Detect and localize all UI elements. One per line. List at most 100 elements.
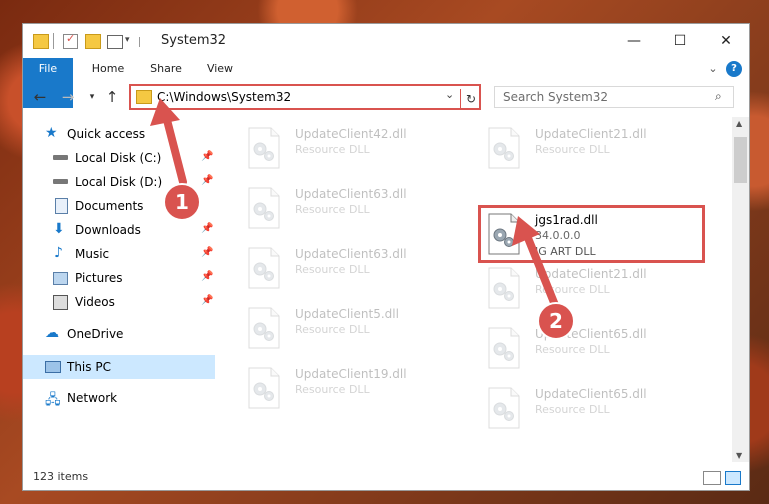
sidebar-item-label: Quick access [67, 127, 146, 141]
sidebar-item-videos[interactable]: Videos 📌 [23, 291, 215, 313]
list-item[interactable]: UpdateClient65.dll Resource DLL [477, 323, 697, 373]
sidebar-item-music[interactable]: ♪ Music 📌 [23, 243, 215, 265]
maximize-button[interactable]: ☐ [657, 24, 703, 58]
drive-icon [53, 179, 68, 184]
videos-icon [53, 295, 68, 310]
file-name: UpdateClient42.dll [295, 127, 407, 141]
help-icon[interactable]: ? [726, 61, 742, 77]
folder-icon [136, 90, 152, 104]
dll-file-icon [487, 127, 521, 169]
dll-file-icon [247, 127, 281, 169]
sidebar-item-local-disk-c[interactable]: Local Disk (C:) 📌 [23, 147, 215, 169]
file-description: Resource DLL [535, 283, 610, 296]
sidebar-item-this-pc[interactable]: This PC [23, 355, 215, 379]
dll-file-icon [247, 307, 281, 349]
sidebar-item-onedrive[interactable]: ☁ OneDrive [23, 323, 215, 345]
properties-icon[interactable]: ✓ [63, 32, 78, 49]
highlight-box [478, 205, 705, 263]
view-icon[interactable] [107, 35, 123, 49]
sidebar-item-label: Downloads [75, 223, 141, 237]
file-description: Resource DLL [295, 203, 370, 216]
pin-icon: 📌 [201, 151, 214, 162]
forward-arrow-icon[interactable]: → [59, 88, 77, 106]
new-folder-icon[interactable] [85, 34, 101, 49]
search-input[interactable]: Search System32 ⌕ [494, 86, 734, 108]
file-description: Resource DLL [295, 323, 370, 336]
vertical-scrollbar[interactable]: ▲ ▼ [732, 117, 749, 462]
sidebar-item-label: Videos [75, 295, 115, 309]
cloud-icon: ☁ [45, 325, 59, 341]
list-item[interactable]: UpdateClient5.dll Resource DLL [237, 303, 457, 353]
details-view-icon[interactable] [703, 471, 721, 485]
close-button[interactable]: ✕ [703, 24, 749, 58]
sidebar-item-label: Documents [75, 199, 144, 213]
address-bar[interactable]: C:\Windows\System32 ⌄ ↻ [129, 84, 481, 110]
pin-icon: 📌 [201, 247, 214, 258]
sidebar-item-label: Pictures [75, 271, 123, 285]
separator [53, 33, 54, 49]
step-2-badge: 2 [537, 302, 575, 340]
sidebar-item-label: This PC [67, 360, 111, 374]
scroll-down-arrow-icon[interactable]: ▼ [736, 451, 742, 460]
ribbon-tabs: File Home Share View ⌄ ? [23, 58, 749, 108]
list-item[interactable]: UpdateClient19.dll Resource DLL [237, 363, 457, 413]
file-name: UpdateClient19.dll [295, 367, 407, 381]
pin-icon: 📌 [201, 175, 214, 186]
address-dropdown-chevron-icon[interactable]: ⌄ [445, 88, 454, 101]
sidebar-item-pictures[interactable]: Pictures 📌 [23, 267, 215, 289]
documents-icon [55, 198, 68, 214]
folder-icon [33, 34, 49, 49]
sidebar-item-label: OneDrive [67, 327, 124, 341]
list-item[interactable]: UpdateClient63.dll Resource DLL [237, 183, 457, 233]
file-name: UpdateClient63.dll [295, 187, 407, 201]
minimize-button[interactable]: — [611, 24, 657, 58]
list-item[interactable]: UpdateClient21.dll Resource DLL [477, 123, 697, 173]
file-name: UpdateClient63.dll [295, 247, 407, 261]
expand-ribbon-chevron-icon[interactable]: ⌄ [703, 58, 723, 80]
sidebar-item-network[interactable]: 🖧 Network [23, 387, 215, 409]
file-name: UpdateClient65.dll [535, 387, 647, 401]
network-icon: 🖧 [45, 392, 61, 408]
status-bar: 123 items [23, 466, 749, 490]
drive-icon [53, 155, 68, 160]
sidebar-item-label: Local Disk (D:) [75, 175, 163, 189]
dll-file-icon [247, 367, 281, 409]
refresh-icon[interactable]: ↻ [460, 89, 481, 109]
file-name: UpdateClient21.dll [535, 267, 647, 281]
sidebar-item-downloads[interactable]: ⬇ Downloads 📌 [23, 219, 215, 241]
large-icons-view-icon[interactable] [725, 471, 741, 485]
tab-share[interactable]: Share [141, 58, 191, 80]
search-icon[interactable]: ⌕ [715, 89, 722, 104]
list-item[interactable]: UpdateClient65.dll Resource DLL [477, 383, 697, 433]
dll-file-icon [247, 187, 281, 229]
back-arrow-icon[interactable]: ← [31, 88, 49, 106]
customize-toolbar-chevron-icon[interactable]: ▾ [125, 35, 130, 51]
sidebar-item-quick-access[interactable]: ★ Quick access [23, 123, 215, 145]
pin-icon: 📌 [201, 223, 214, 234]
dll-file-icon [247, 247, 281, 289]
tab-view[interactable]: View [195, 58, 245, 80]
file-name: UpdateClient5.dll [295, 307, 399, 321]
list-item[interactable]: UpdateClient21.dll Resource DLL [477, 263, 697, 313]
item-count: 123 items [33, 470, 89, 483]
window-title: System32 [161, 33, 227, 48]
file-description: Resource DLL [295, 143, 370, 156]
file-name: UpdateClient21.dll [535, 127, 647, 141]
scroll-up-arrow-icon[interactable]: ▲ [736, 119, 742, 128]
address-path: C:\Windows\System32 [157, 90, 292, 104]
tab-home[interactable]: Home [83, 58, 133, 80]
dll-file-icon [487, 267, 521, 309]
file-description: Resource DLL [535, 343, 610, 356]
list-item[interactable]: UpdateClient63.dll Resource DLL [237, 243, 457, 293]
title-bar: ✓ ▾ System32 — ☐ ✕ [23, 24, 749, 58]
address-row: ← → ▾ ↑ C:\Windows\System32 ⌄ ↻ Search S… [23, 82, 749, 114]
scrollbar-thumb[interactable] [734, 137, 747, 183]
pictures-icon [53, 272, 68, 285]
list-item[interactable]: UpdateClient42.dll Resource DLL [237, 123, 457, 173]
computer-icon [45, 361, 61, 373]
recent-locations-chevron-icon[interactable]: ▾ [83, 88, 101, 106]
music-icon: ♪ [54, 245, 63, 261]
file-description: Resource DLL [535, 403, 610, 416]
up-arrow-icon[interactable]: ↑ [103, 88, 121, 106]
file-list: UpdateClient42.dll Resource DLL UpdateCl… [227, 117, 731, 457]
